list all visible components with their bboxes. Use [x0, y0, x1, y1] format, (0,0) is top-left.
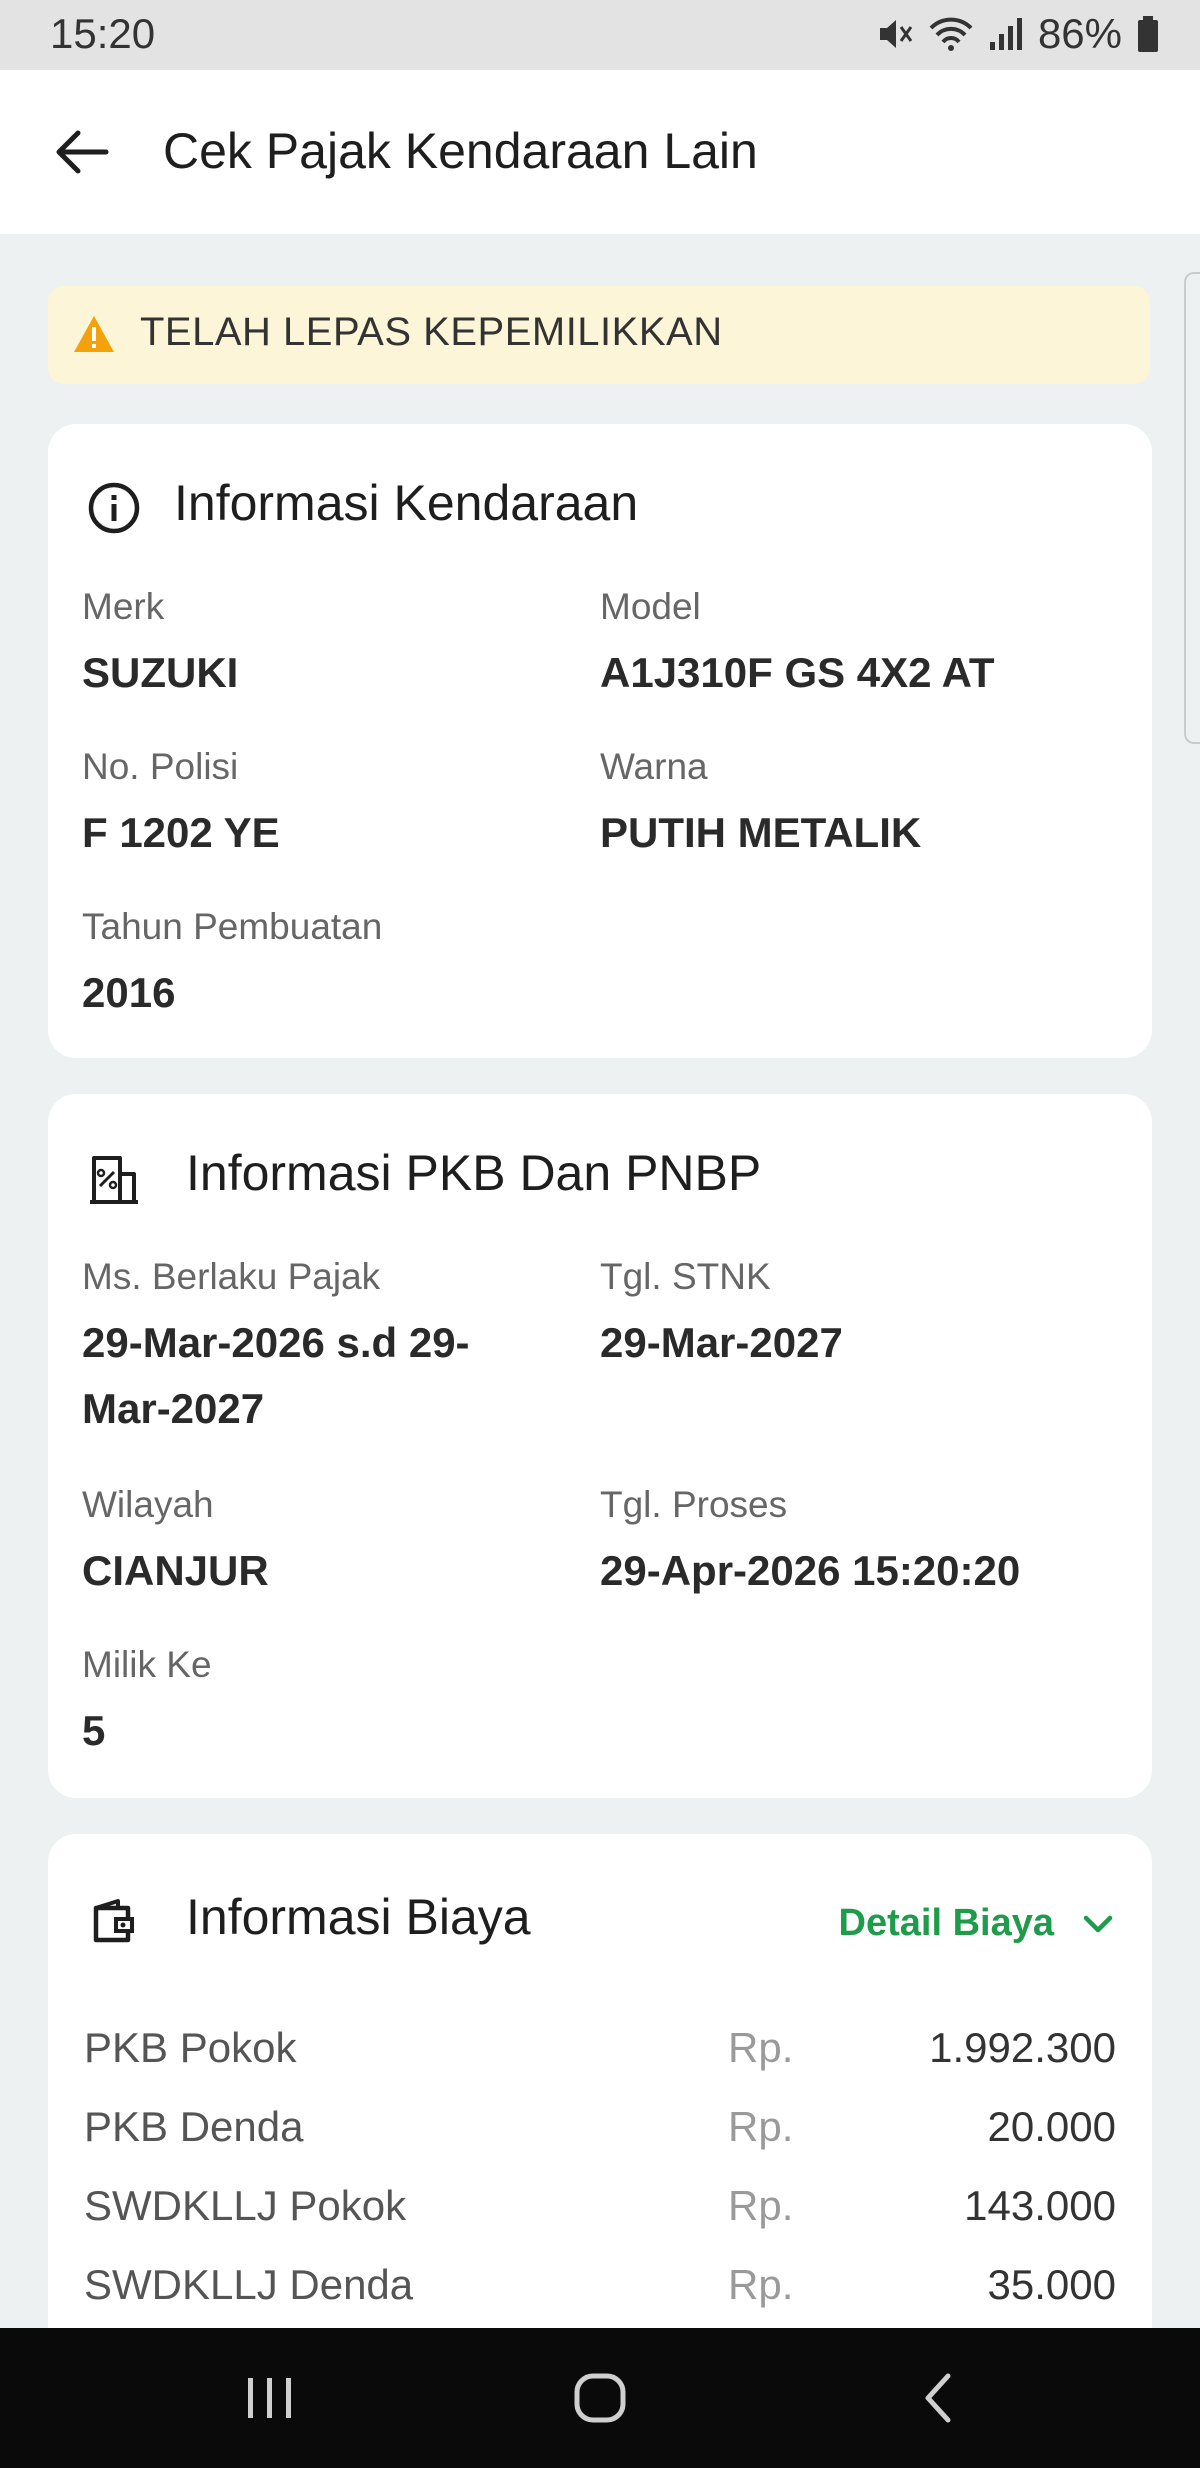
merk-value: SUZUKI — [82, 649, 239, 696]
fee-row-label: PKB Pokok — [84, 2024, 297, 2071]
wallet-icon — [93, 1899, 134, 1943]
battery-icon — [1138, 16, 1158, 52]
fee-row-amount: 1.992.300 — [929, 2024, 1116, 2071]
color-value: PUTIH METALIK — [600, 809, 922, 856]
tax-building-icon — [90, 1156, 138, 1204]
year-value: 2016 — [82, 969, 176, 1016]
fee-row-amount: 35.000 — [987, 2261, 1116, 2308]
tax-validity-value-line1: 29-Mar-2026 s.d 29- — [82, 1319, 470, 1366]
status-time: 15:20 — [50, 10, 156, 57]
status-bar: 15:20 86% — [0, 0, 1200, 70]
fee-row-amount: 143.000 — [964, 2182, 1116, 2229]
year-label: Tahun Pembuatan — [82, 906, 383, 947]
fee-row-label: SWDKLLJ Denda — [84, 2261, 414, 2308]
signal-icon — [989, 18, 1022, 50]
fee-info-title: Informasi Biaya — [186, 1889, 531, 1945]
scroll-indicator[interactable] — [1184, 272, 1200, 744]
fee-row-amount: 20.000 — [987, 2103, 1116, 2150]
battery-percent: 86% — [1037, 10, 1122, 57]
info-icon — [88, 482, 140, 534]
ownership-alert-banner: TELAH LEPAS KEPEMILIKKAN — [48, 286, 1150, 384]
detail-biaya-toggle[interactable]: Detail Biaya — [839, 1902, 1116, 1945]
fee-row-currency: Rp. — [728, 2261, 794, 2308]
recent-apps-icon[interactable] — [240, 2370, 300, 2426]
alert-text: TELAH LEPAS KEPEMILIKKAN — [140, 310, 723, 354]
page-title: Cek Pajak Kendaraan Lain — [163, 123, 758, 179]
fee-row-label: PKB Denda — [84, 2103, 304, 2150]
plate-label: No. Polisi — [82, 746, 239, 787]
vehicle-info-title: Informasi Kendaraan — [174, 475, 639, 531]
mute-icon — [879, 20, 913, 48]
status-icons: 86% — [874, 10, 1160, 58]
wifi-icon — [929, 17, 973, 51]
stnk-date-label: Tgl. STNK — [600, 1256, 771, 1297]
home-icon[interactable] — [570, 2370, 630, 2426]
process-date-value: 29-Apr-2026 15:20:20 — [600, 1547, 1021, 1594]
vehicle-info-card: Informasi Kendaraan Merk SUZUKI Model A1… — [48, 424, 1152, 1058]
pkb-info-card: Informasi PKB Dan PNBP Ms. Berlaku Pajak… — [48, 1094, 1152, 1798]
detail-biaya-label: Detail Biaya — [838, 1902, 1054, 1944]
tax-validity-label: Ms. Berlaku Pajak — [82, 1256, 381, 1297]
plate-value: F 1202 YE — [82, 809, 280, 856]
fee-info-card: Informasi Biaya Detail Biaya PKB Pokok R… — [48, 1834, 1152, 2354]
stnk-date-value: 29-Mar-2027 — [600, 1319, 843, 1366]
model-value: A1J310F GS 4X2 AT — [600, 649, 995, 696]
model-label: Model — [600, 586, 701, 627]
fee-row-label: SWDKLLJ Pokok — [84, 2182, 407, 2229]
merk-label: Merk — [82, 586, 165, 627]
process-date-label: Tgl. Proses — [600, 1484, 788, 1525]
system-nav-bar — [0, 2328, 1200, 2468]
color-label: Warna — [600, 746, 708, 787]
arrow-left-icon — [56, 130, 109, 174]
region-value: CIANJUR — [82, 1547, 269, 1594]
owner-order-value: 5 — [82, 1707, 106, 1754]
owner-order-label: Milik Ke — [82, 1644, 212, 1685]
fee-row-currency: Rp. — [728, 2024, 794, 2071]
back-button[interactable] — [50, 120, 114, 184]
region-label: Wilayah — [82, 1484, 214, 1525]
pkb-info-title: Informasi PKB Dan PNBP — [186, 1145, 762, 1201]
back-nav-icon[interactable] — [910, 2370, 970, 2426]
fee-row-currency: Rp. — [728, 2182, 794, 2229]
fee-row-currency: Rp. — [728, 2103, 794, 2150]
chevron-down-icon — [1083, 1915, 1113, 1932]
warning-icon — [74, 316, 114, 352]
tax-validity-value-line2: Mar-2027 — [82, 1385, 265, 1432]
app-bar: Cek Pajak Kendaraan Lain — [0, 70, 1200, 234]
